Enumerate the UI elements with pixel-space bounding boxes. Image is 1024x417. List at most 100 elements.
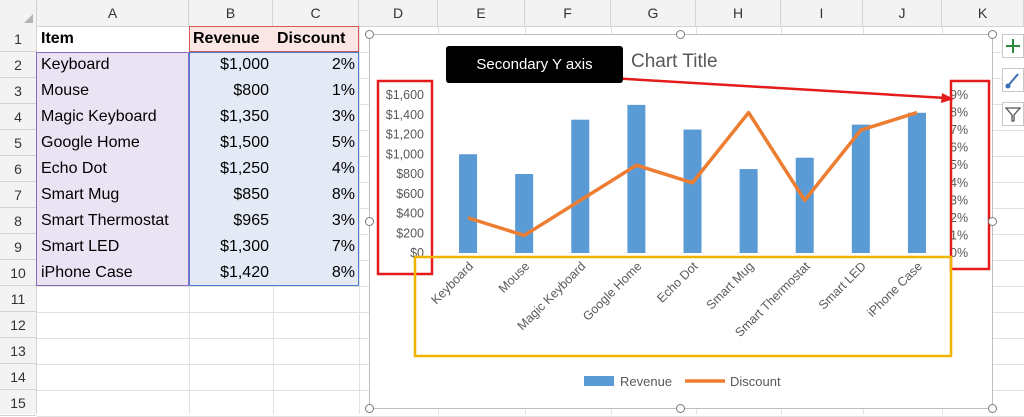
chart-resize-handle[interactable]	[365, 30, 374, 39]
row-header-15[interactable]: 15	[0, 390, 36, 416]
table-cell[interactable]: 7%	[273, 234, 359, 259]
table-cell[interactable]: Smart LED	[37, 234, 189, 259]
table-cell[interactable]: $1,000	[189, 52, 273, 77]
table-cell[interactable]: 4%	[273, 156, 359, 181]
plus-icon	[1006, 39, 1020, 53]
table-cell[interactable]: iPhone Case	[37, 260, 189, 285]
row-header-1[interactable]: 1	[0, 26, 36, 52]
x-axis-category-label: Keyboard	[428, 259, 476, 307]
row-header-3[interactable]: 3	[0, 78, 36, 104]
row-header-5[interactable]: 5	[0, 130, 36, 156]
header-cell[interactable]: Item	[37, 26, 189, 51]
row-header-2[interactable]: 2	[0, 52, 36, 78]
chart-resize-handle[interactable]	[988, 217, 997, 226]
bar-revenue	[627, 104, 646, 253]
row-header-12[interactable]: 12	[0, 312, 36, 338]
column-header-f[interactable]: F	[525, 0, 611, 26]
row-header-7[interactable]: 7	[0, 182, 36, 208]
table-cell[interactable]: $1,350	[189, 104, 273, 129]
bar-revenue	[515, 174, 534, 253]
secondary-y-axis-tick-label: 1%	[950, 228, 968, 242]
select-all-corner[interactable]	[0, 0, 37, 26]
chart-resize-handle[interactable]	[676, 404, 685, 413]
chart-area[interactable]: $0 $200 $400 $600 $800 $1,000 $1,200 $1,400 $1,6…	[369, 34, 993, 409]
bar-revenue	[683, 129, 702, 253]
table-cell[interactable]: $1,250	[189, 156, 273, 181]
table-cell[interactable]: 8%	[273, 182, 359, 207]
table-cell[interactable]: 2%	[273, 52, 359, 77]
x-axis-category-label: Google Home	[580, 259, 644, 323]
row-header-14[interactable]: 14	[0, 364, 36, 390]
row-header-8[interactable]: 8	[0, 208, 36, 234]
y-axis-tick-label: $1,600	[386, 88, 424, 102]
secondary-axis-callout: Secondary Y axis	[446, 46, 623, 83]
table-cell[interactable]: Echo Dot	[37, 156, 189, 181]
header-cell[interactable]: Revenue	[189, 26, 273, 51]
secondary-y-axis-tick-label: 0%	[950, 246, 968, 260]
row-header-10[interactable]: 10	[0, 260, 36, 286]
row-header-13[interactable]: 13	[0, 338, 36, 364]
table-cell[interactable]: Google Home	[37, 130, 189, 155]
chart-resize-handle[interactable]	[365, 404, 374, 413]
table-cell[interactable]: $800	[189, 78, 273, 103]
column-header-e[interactable]: E	[438, 0, 525, 26]
column-header-a[interactable]: A	[37, 0, 189, 26]
table-cell[interactable]: $965	[189, 208, 273, 233]
chart-elements-button[interactable]	[1002, 34, 1024, 58]
row-header-11[interactable]: 11	[0, 286, 36, 312]
bar-revenue	[795, 157, 814, 253]
y-axis-tick-label: $400	[396, 207, 424, 221]
secondary-y-axis-tick-label: 2%	[950, 211, 968, 225]
bar-revenue	[907, 112, 926, 254]
table-cell[interactable]: 8%	[273, 260, 359, 285]
filter-icon	[1004, 107, 1022, 122]
x-axis-category-label: Echo Dot	[654, 259, 701, 306]
bar-revenue	[571, 119, 590, 253]
legend-swatch-revenue	[584, 376, 614, 386]
table-cell[interactable]: $1,420	[189, 260, 273, 285]
chart-title[interactable]: Chart Title	[631, 51, 718, 73]
table-cell[interactable]: 5%	[273, 130, 359, 155]
column-header-c[interactable]: C	[273, 0, 359, 26]
table-cell[interactable]: $850	[189, 182, 273, 207]
table-cell[interactable]: Mouse	[37, 78, 189, 103]
header-cell[interactable]: Discount	[273, 26, 359, 51]
chart-filters-button[interactable]	[1002, 102, 1024, 126]
row-header-4[interactable]: 4	[0, 104, 36, 130]
table-cell[interactable]: 3%	[273, 208, 359, 233]
table-cell[interactable]: Keyboard	[37, 52, 189, 77]
chart-resize-handle[interactable]	[988, 30, 997, 39]
chart-resize-handle[interactable]	[988, 404, 997, 413]
chart-styles-button[interactable]	[1002, 68, 1024, 92]
table-cell[interactable]: $1,300	[189, 234, 273, 259]
bar-revenue	[739, 169, 758, 253]
secondary-y-axis-tick-label: 7%	[950, 123, 968, 137]
column-header-d[interactable]: D	[359, 0, 438, 26]
table-cell[interactable]: Smart Thermostat	[37, 208, 189, 233]
table-cell[interactable]: Magic Keyboard	[37, 104, 189, 129]
annotation-arrow	[609, 76, 947, 100]
chart-resize-handle[interactable]	[365, 217, 374, 226]
table-cell[interactable]: 3%	[273, 104, 359, 129]
bar-revenue	[459, 154, 478, 253]
column-header-b[interactable]: B	[189, 0, 273, 26]
secondary-y-axis-tick-label: 6%	[950, 141, 968, 155]
table-cell[interactable]: $1,500	[189, 130, 273, 155]
column-header-i[interactable]: I	[781, 0, 863, 26]
table-cell[interactable]: Smart Mug	[37, 182, 189, 207]
secondary-y-axis-tick-label: 4%	[950, 176, 968, 190]
column-header-g[interactable]: G	[611, 0, 696, 26]
column-header-h[interactable]: H	[696, 0, 781, 26]
y-axis-tick-label: $1,200	[386, 128, 424, 142]
y-axis-tick-label: $200	[396, 226, 424, 240]
column-header-j[interactable]: J	[863, 0, 942, 26]
x-axis-category-label: Smart LED	[816, 259, 869, 312]
chart-resize-handle[interactable]	[676, 30, 685, 39]
row-header-9[interactable]: 9	[0, 234, 36, 260]
row-header-6[interactable]: 6	[0, 156, 36, 182]
y-axis-tick-label: $600	[396, 187, 424, 201]
bar-revenue	[851, 124, 870, 253]
grid-line	[359, 27, 360, 414]
table-cell[interactable]: 1%	[273, 78, 359, 103]
column-header-k[interactable]: K	[942, 0, 1024, 26]
